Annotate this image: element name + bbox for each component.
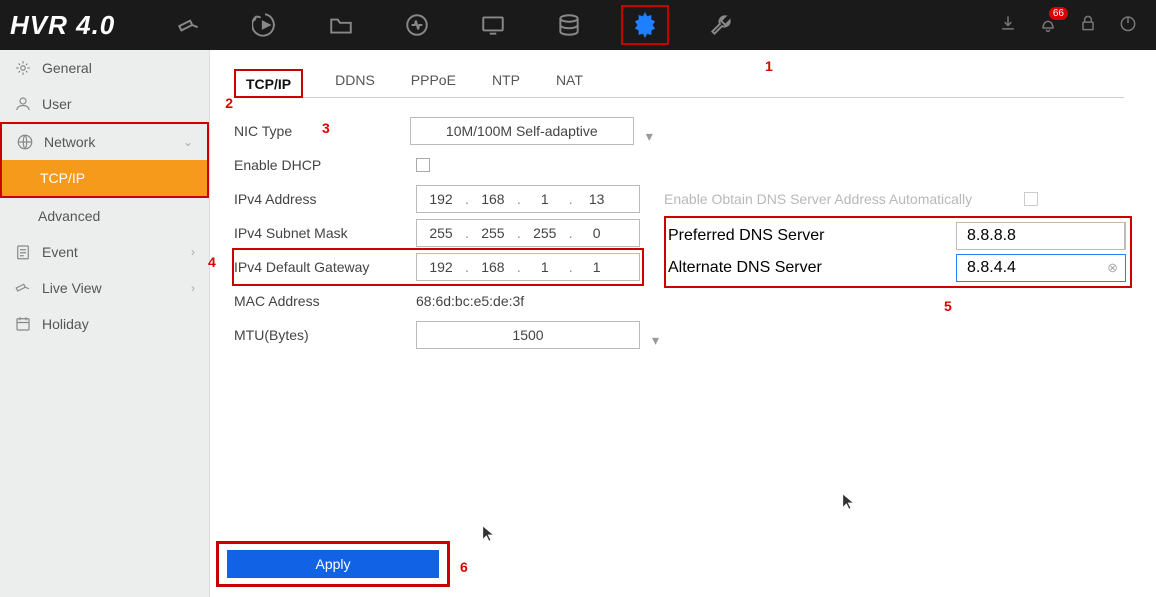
callout-5: 5 — [944, 298, 952, 314]
callout-1: 1 — [765, 58, 773, 74]
mac-value: 68:6d:bc:e5:de:3f — [416, 293, 524, 309]
sidebar-item-holiday[interactable]: Holiday — [0, 306, 209, 342]
cursor-icon — [842, 493, 856, 511]
main-panel: TCP/IP DDNS PPPoE NTP NAT 1 NIC Type 3 1… — [210, 50, 1156, 597]
sidebar-item-label: Network — [44, 134, 95, 150]
download-icon[interactable] — [998, 13, 1018, 38]
settings-icon[interactable] — [621, 5, 669, 45]
gear-icon — [14, 59, 32, 77]
tab-nat[interactable]: NAT — [552, 64, 587, 97]
sidebar-item-label: General — [42, 60, 92, 76]
chevron-right-icon: › — [191, 281, 195, 295]
alarm-badge: 66 — [1049, 7, 1068, 20]
dns-column: Enable Obtain DNS Server Address Automat… — [664, 182, 1132, 288]
power-icon[interactable] — [1118, 13, 1138, 38]
app-logo: HVR 4.0 — [10, 10, 115, 41]
nic-type-select[interactable]: 10M/100M Self-adaptive — [410, 117, 634, 145]
clear-icon[interactable]: ⊗ — [1107, 260, 1118, 276]
sidebar-item-general[interactable]: General — [0, 50, 209, 86]
chevron-down-icon: ⌄ — [183, 135, 193, 149]
lock-icon[interactable] — [1078, 13, 1098, 38]
enable-dhcp-label: Enable DHCP — [234, 157, 416, 173]
mtu-input[interactable]: 1500 — [416, 321, 640, 349]
dns-highlight-box: Preferred DNS Server 8.8.8.8 Alternate D… — [664, 216, 1132, 288]
tab-ddns[interactable]: DDNS — [331, 64, 379, 97]
apply-highlight: Apply — [216, 541, 450, 587]
activity-icon[interactable] — [393, 5, 441, 45]
callout-6: 6 — [460, 559, 468, 575]
playback-icon[interactable] — [241, 5, 289, 45]
clipboard-icon — [14, 243, 32, 261]
mtu-label: MTU(Bytes) — [234, 327, 416, 343]
sidebar-network-highlight: Network ⌄ TCP/IP — [0, 122, 209, 198]
apply-button[interactable]: Apply — [227, 550, 439, 578]
tab-ntp[interactable]: NTP — [488, 64, 524, 97]
topbar-icons — [165, 5, 745, 45]
cursor-icon — [482, 525, 496, 543]
tab-pppoe[interactable]: PPPoE — [407, 64, 460, 97]
tabs: TCP/IP DDNS PPPoE NTP NAT — [234, 64, 1124, 98]
ipv4-gateway-label: IPv4 Default Gateway — [234, 259, 416, 275]
sidebar-item-label: Advanced — [38, 208, 100, 224]
enable-dhcp-checkbox[interactable] — [416, 158, 430, 172]
globe-icon — [16, 133, 34, 151]
sidebar-item-label: User — [42, 96, 72, 112]
topbar-right: 66 — [998, 0, 1138, 50]
alarm-icon[interactable]: 66 — [1038, 13, 1058, 38]
mac-label: MAC Address — [234, 293, 416, 309]
sidebar-item-advanced[interactable]: Advanced — [0, 198, 209, 234]
ipv4-mask-input[interactable]: 255. 255. 255. 0 — [416, 219, 640, 247]
camera-outline-icon — [14, 279, 32, 297]
database-icon[interactable] — [545, 5, 593, 45]
sidebar-item-label: Event — [42, 244, 78, 260]
folder-icon[interactable] — [317, 5, 365, 45]
callout-4: 4 — [208, 254, 216, 270]
ipv4-gateway-input[interactable]: 192. 168. 1. 1 — [416, 253, 640, 281]
preferred-dns-label: Preferred DNS Server — [668, 227, 956, 245]
user-icon — [14, 95, 32, 113]
sidebar: General User 2 Network ⌄ TCP/IP Advanced… — [0, 50, 210, 597]
ipv4-address-label: IPv4 Address — [234, 191, 416, 207]
sidebar-item-network[interactable]: Network ⌄ — [2, 124, 207, 160]
sidebar-item-label: Live View — [42, 280, 102, 296]
callout-3: 3 — [322, 120, 330, 136]
ipv4-address-input[interactable]: 192. 168. 1. 13 — [416, 185, 640, 213]
sidebar-item-liveview[interactable]: Live View › — [0, 270, 209, 306]
alternate-dns-input[interactable]: 8.8.4.4 — [956, 254, 1126, 282]
sidebar-item-label: Holiday — [42, 316, 89, 332]
sidebar-item-event[interactable]: Event › — [0, 234, 209, 270]
chevron-right-icon: › — [191, 245, 195, 259]
auto-dns-checkbox[interactable] — [1024, 192, 1038, 206]
camera-icon[interactable] — [165, 5, 213, 45]
auto-dns-label: Enable Obtain DNS Server Address Automat… — [664, 191, 1024, 207]
sidebar-item-label: TCP/IP — [40, 170, 85, 186]
alternate-dns-label: Alternate DNS Server — [668, 259, 956, 277]
ipv4-mask-label: IPv4 Subnet Mask — [234, 225, 416, 241]
preferred-dns-input[interactable]: 8.8.8.8 — [956, 222, 1126, 250]
monitor-icon[interactable] — [469, 5, 517, 45]
form: NIC Type 3 10M/100M Self-adaptive Enable… — [234, 114, 1138, 352]
calendar-icon — [14, 315, 32, 333]
wrench-icon[interactable] — [697, 5, 745, 45]
topbar: HVR 4.0 66 — [0, 0, 1156, 50]
sidebar-item-tcpip[interactable]: TCP/IP — [2, 160, 207, 196]
sidebar-item-user[interactable]: User 2 — [0, 86, 209, 122]
tab-tcpip[interactable]: TCP/IP — [234, 69, 303, 98]
